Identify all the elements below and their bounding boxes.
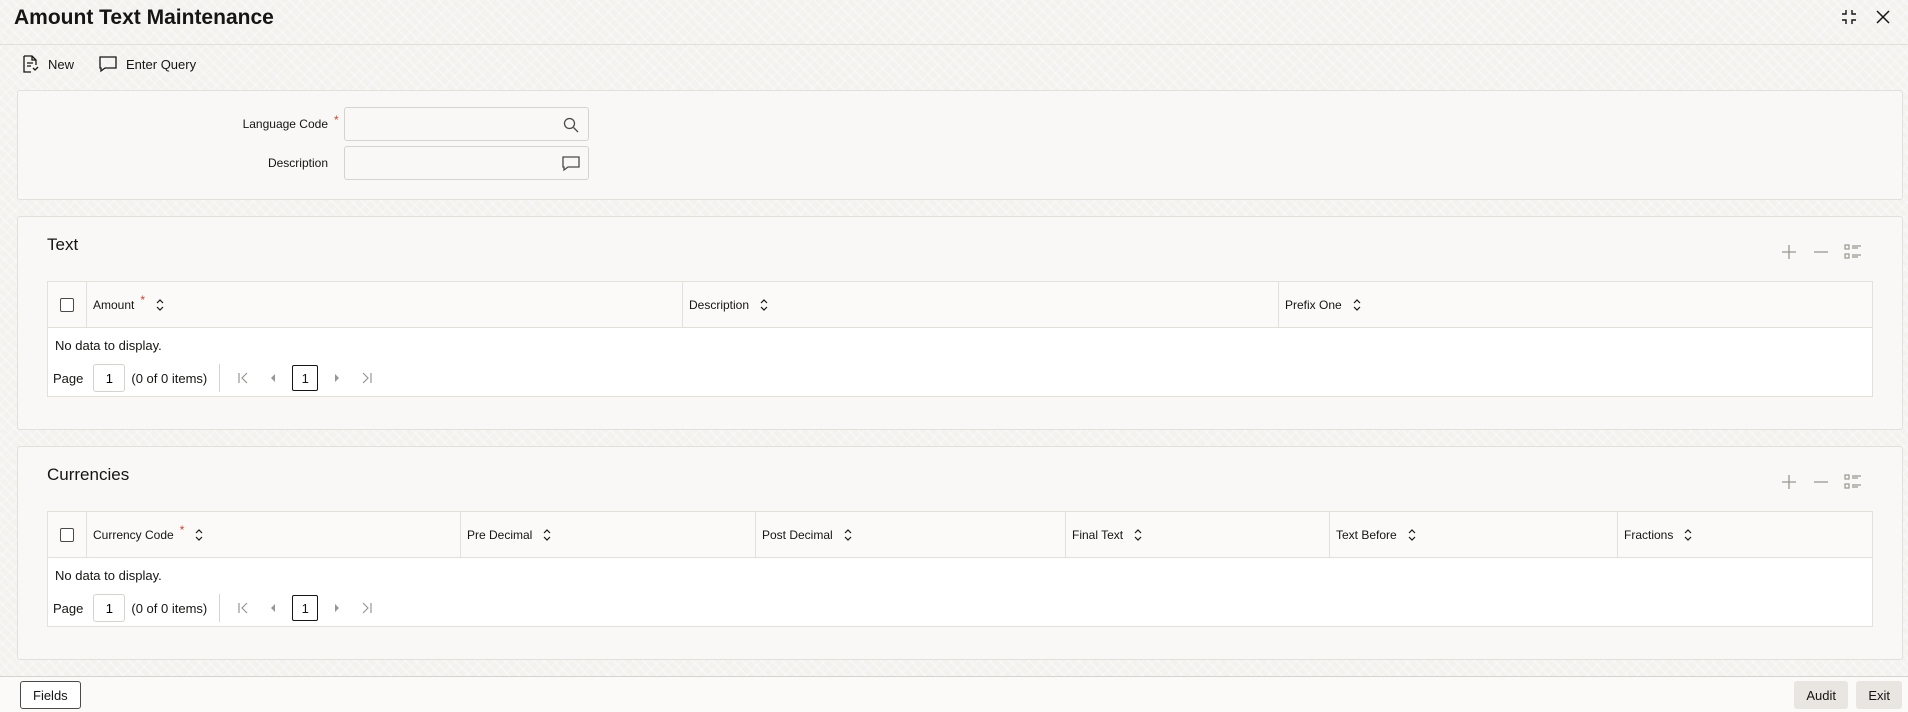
close-icon[interactable] [1872, 6, 1894, 28]
chat-bubble-icon [98, 54, 118, 74]
previous-page-icon[interactable] [264, 599, 282, 617]
currencies-grid-actions [1780, 473, 1862, 491]
column-fractions-label: Fractions [1624, 528, 1674, 542]
column-amount-label: Amount [93, 298, 135, 312]
column-prefix-one[interactable]: Prefix One [1278, 282, 1872, 328]
header-form-panel: Language Code * Description [17, 90, 1903, 200]
text-section-title: Text [47, 235, 79, 254]
column-post-decimal[interactable]: Post Decimal [755, 512, 1065, 558]
column-prefix-one-label: Prefix One [1285, 298, 1342, 312]
column-text-before-label: Text Before [1336, 528, 1397, 542]
column-final-text[interactable]: Final Text [1065, 512, 1329, 558]
next-page-icon[interactable] [328, 599, 346, 617]
empty-message: No data to display. [55, 568, 162, 583]
list-icon[interactable] [1844, 473, 1862, 491]
select-all-cell [48, 512, 86, 558]
empty-message: No data to display. [55, 338, 162, 353]
toolbar: New Enter Query [20, 54, 196, 74]
minus-icon[interactable] [1812, 473, 1830, 491]
chat-bubble-icon[interactable] [562, 155, 580, 173]
page-input[interactable] [93, 594, 126, 622]
required-indicator: * [179, 523, 185, 537]
required-indicator: * [334, 113, 339, 127]
sort-icon[interactable] [155, 298, 165, 312]
last-page-icon[interactable] [358, 369, 376, 387]
audit-button[interactable]: Audit [1794, 681, 1848, 709]
list-icon[interactable] [1844, 243, 1862, 261]
item-count: (0 of 0 items) [131, 370, 208, 386]
column-final-text-label: Final Text [1072, 528, 1124, 542]
language-code-input[interactable] [345, 108, 545, 140]
column-amount[interactable]: Amount * [86, 282, 682, 328]
search-icon[interactable] [562, 116, 580, 134]
description-label: Description [267, 156, 328, 170]
description-input[interactable] [345, 147, 545, 179]
text-table-header: Amount * Description Prefix One [48, 282, 1872, 328]
column-fractions[interactable]: Fractions [1617, 512, 1872, 558]
previous-page-icon[interactable] [264, 369, 282, 387]
page-title: Amount Text Maintenance [14, 6, 274, 29]
last-page-icon[interactable] [358, 599, 376, 617]
current-page-button[interactable]: 1 [292, 365, 319, 391]
language-code-field[interactable] [344, 107, 589, 141]
footer-bar: Fields Audit Exit [0, 676, 1908, 712]
window-controls [1838, 6, 1894, 28]
column-description[interactable]: Description [682, 282, 1278, 328]
sort-icon[interactable] [194, 528, 204, 542]
page-label: Page [53, 600, 84, 616]
plus-icon[interactable] [1780, 243, 1798, 261]
select-all-cell [48, 282, 86, 328]
exit-button[interactable]: Exit [1856, 681, 1902, 709]
sort-icon[interactable] [1683, 528, 1693, 542]
text-pager: Page (0 of 0 items) 1 [53, 364, 376, 392]
fields-button[interactable]: Fields [20, 681, 81, 709]
sort-icon[interactable] [542, 528, 552, 542]
column-pre-decimal[interactable]: Pre Decimal [460, 512, 755, 558]
title-bar: Amount Text Maintenance [0, 0, 1908, 40]
column-description-label: Description [689, 298, 750, 312]
first-page-icon[interactable] [234, 599, 252, 617]
text-panel: Text Amount * Description Prefix One No … [17, 216, 1903, 430]
column-pre-decimal-label: Pre Decimal [467, 528, 533, 542]
currencies-section-title: Currencies [47, 465, 130, 484]
column-text-before[interactable]: Text Before [1329, 512, 1617, 558]
new-button[interactable]: New [20, 54, 74, 74]
first-page-icon[interactable] [234, 369, 252, 387]
currencies-table-header: Currency Code * Pre Decimal Post Decimal [48, 512, 1872, 558]
column-post-decimal-label: Post Decimal [762, 528, 833, 542]
currencies-table: Currency Code * Pre Decimal Post Decimal [47, 511, 1873, 627]
sort-icon[interactable] [1407, 528, 1417, 542]
currencies-pager: Page (0 of 0 items) 1 [53, 594, 376, 622]
currencies-panel: Currencies Currency Code * Pre Decimal P… [17, 446, 1903, 660]
collapse-icon[interactable] [1838, 6, 1860, 28]
page-label: Page [53, 370, 84, 386]
minus-icon[interactable] [1812, 243, 1830, 261]
next-page-icon[interactable] [328, 369, 346, 387]
text-table: Amount * Description Prefix One No data … [47, 281, 1873, 397]
title-divider [0, 44, 1908, 45]
enter-query-label: Enter Query [126, 56, 197, 72]
plus-icon[interactable] [1780, 473, 1798, 491]
new-document-icon [20, 54, 40, 74]
page-input[interactable] [93, 364, 126, 392]
new-label: New [48, 56, 75, 72]
sort-icon[interactable] [759, 298, 769, 312]
select-all-checkbox[interactable] [60, 298, 74, 312]
column-currency-code[interactable]: Currency Code * [86, 512, 460, 558]
column-currency-code-label: Currency Code [93, 528, 174, 542]
sort-icon[interactable] [1133, 528, 1143, 542]
enter-query-button[interactable]: Enter Query [98, 54, 196, 74]
item-count: (0 of 0 items) [131, 600, 208, 616]
select-all-checkbox[interactable] [60, 528, 74, 542]
text-grid-actions [1780, 243, 1862, 261]
current-page-button[interactable]: 1 [292, 595, 319, 621]
sort-icon[interactable] [1352, 298, 1362, 312]
pager-divider [219, 364, 221, 392]
required-indicator: * [140, 293, 146, 307]
description-field[interactable] [344, 146, 589, 180]
pager-divider [219, 594, 221, 622]
language-code-label: Language Code [242, 117, 328, 131]
sort-icon[interactable] [843, 528, 853, 542]
